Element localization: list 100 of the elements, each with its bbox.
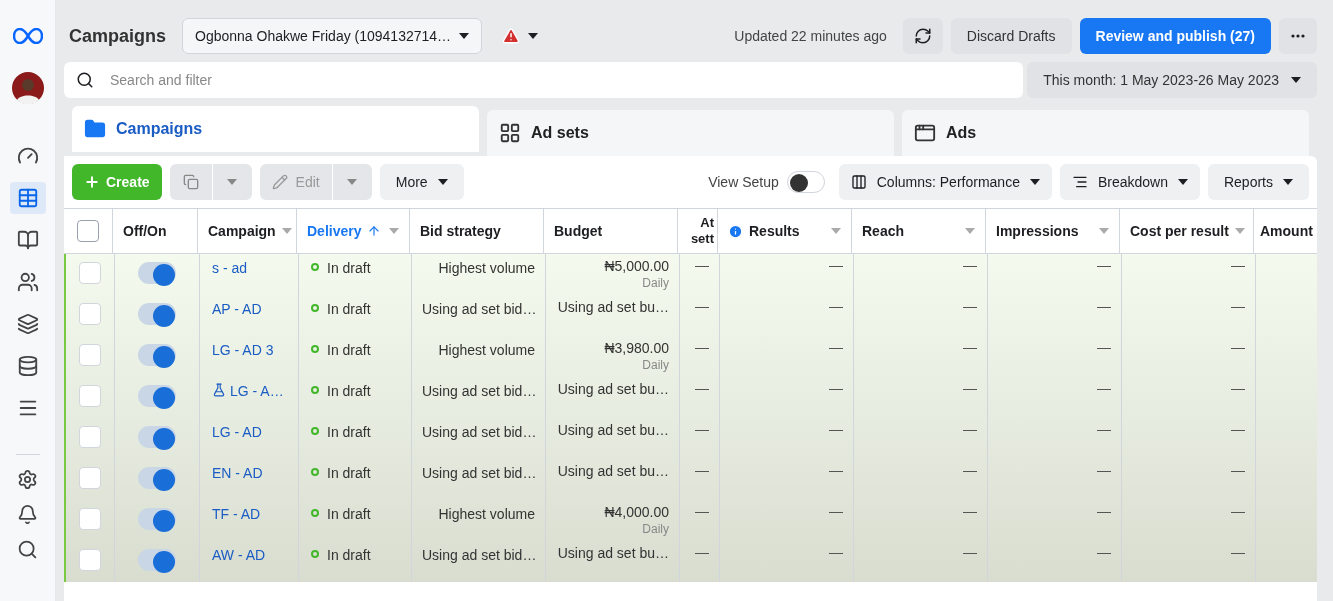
column-header[interactable]: Off/On [123, 223, 167, 239]
budget-text: Using ad set bu… [557, 463, 669, 480]
budget-period: Daily [642, 357, 669, 374]
column-header[interactable]: Reach [862, 223, 905, 239]
toggle-switch[interactable] [138, 344, 176, 366]
updated-text: Updated 22 minutes ago [734, 26, 887, 46]
metric-value: — [1231, 339, 1245, 355]
toggle-switch[interactable] [138, 385, 176, 407]
settings-icon[interactable] [17, 469, 38, 490]
metric-value: — [963, 339, 977, 355]
checkbox[interactable] [79, 262, 101, 284]
campaign-link[interactable]: EN - AD [212, 463, 263, 484]
duplicate-dropdown[interactable] [212, 164, 252, 200]
caret-icon [389, 228, 399, 234]
campaign-link[interactable]: TF - AD [212, 504, 261, 525]
column-header[interactable]: Results [749, 223, 800, 239]
columns-dropdown[interactable]: Columns: Performance [838, 164, 1052, 200]
column-header[interactable]: Cost per result [1130, 223, 1229, 239]
search-field[interactable]: Search and filter [64, 62, 1024, 98]
caret-icon [1099, 228, 1109, 234]
metric-value: — [1097, 462, 1111, 478]
toggle-switch[interactable] [786, 171, 825, 193]
budget-text: Using ad set bu… [557, 422, 669, 439]
metric-value: — [1097, 544, 1111, 560]
budget-text: Using ad set bu… [557, 545, 669, 562]
refresh-button[interactable] [902, 18, 943, 54]
search-icon [76, 71, 94, 89]
checkbox[interactable] [79, 385, 101, 407]
table-icon[interactable] [9, 182, 46, 214]
campaign-link[interactable]: AP - AD [212, 299, 262, 320]
campaign-link[interactable]: LG - A… [230, 381, 284, 402]
more-dropdown[interactable]: More [379, 164, 464, 200]
checkbox[interactable] [79, 508, 101, 530]
budget-text: Using ad set bu… [557, 381, 669, 398]
caret-icon [459, 33, 470, 39]
column-header[interactable]: Campaign [208, 223, 276, 239]
discard-drafts-button[interactable]: Discard Drafts [950, 18, 1072, 54]
column-header[interactable]: Amount [1260, 223, 1313, 239]
metric-value: — [1097, 257, 1111, 273]
account-dropdown[interactable]: Ogbonna Ohakwe Friday (1094132714… [182, 18, 483, 54]
toggle-switch[interactable] [138, 467, 176, 489]
checkbox[interactable] [79, 426, 101, 448]
column-header[interactable]: Delivery [307, 223, 362, 239]
campaign-link[interactable]: s - ad [212, 258, 247, 279]
bid-strategy-text: Highest volume [438, 506, 535, 522]
columns-icon [850, 174, 867, 190]
toggle-switch[interactable] [138, 508, 176, 530]
date-range-dropdown[interactable]: This month: 1 May 2023-26 May 2023 [1027, 62, 1317, 98]
column-header[interactable]: Impressions [996, 223, 1079, 239]
metric-value: — [695, 421, 709, 437]
caret-icon [1283, 179, 1293, 185]
search-input[interactable]: Search and filter [110, 69, 1012, 91]
tab[interactable]: Ad sets [487, 110, 894, 156]
campaign-link[interactable]: AW - AD [212, 545, 266, 566]
caret-icon [1291, 77, 1301, 83]
checkbox[interactable] [79, 344, 101, 366]
metric-value: — [963, 544, 977, 560]
metric-value: — [1231, 298, 1245, 314]
metric-value: — [829, 462, 843, 478]
checkbox[interactable] [79, 549, 101, 571]
metric-value: — [695, 298, 709, 314]
budget-text: ₦5,000.00 [604, 258, 669, 275]
metric-value: — [695, 544, 709, 560]
toggle-switch[interactable] [138, 303, 176, 325]
bid-strategy-text: Using ad set bid… [422, 547, 537, 563]
metric-value: — [1097, 298, 1111, 314]
column-header[interactable]: Bid strategy [420, 223, 501, 239]
duplicate-button[interactable] [169, 164, 212, 200]
copy-icon [182, 174, 199, 190]
bid-strategy-text: Highest volume [438, 260, 535, 276]
column-header[interactable]: At sett [682, 215, 714, 247]
toggle-switch[interactable] [138, 426, 176, 448]
caret-icon [831, 228, 841, 234]
review-publish-button[interactable]: Review and publish (27) [1079, 18, 1271, 54]
delivery-text: In draft [327, 382, 371, 401]
caret-icon [281, 228, 292, 234]
checkbox[interactable] [79, 303, 101, 325]
toggle-switch[interactable] [138, 262, 176, 284]
avatar[interactable] [11, 72, 44, 104]
metric-value: — [1231, 503, 1245, 519]
column-header[interactable]: Budget [554, 223, 603, 239]
campaign-link[interactable]: LG - AD 3 [212, 340, 274, 361]
checkbox[interactable] [79, 467, 101, 489]
edit-dropdown[interactable] [332, 164, 372, 200]
toggle-switch[interactable] [138, 549, 176, 571]
delivery-text: In draft [327, 464, 371, 483]
bell-icon[interactable] [17, 504, 38, 525]
campaign-link[interactable]: LG - AD [212, 422, 262, 443]
checkbox[interactable] [77, 220, 99, 242]
delivery-text: In draft [327, 423, 371, 442]
tab[interactable]: Campaigns [72, 106, 479, 152]
breakdown-dropdown[interactable]: Breakdown [1059, 164, 1200, 200]
budget-text: Using ad set bu… [557, 299, 669, 316]
reports-dropdown[interactable]: Reports [1207, 164, 1309, 200]
search-icon[interactable] [17, 539, 38, 560]
tab[interactable]: Ads [902, 110, 1309, 156]
more-options-button[interactable] [1279, 18, 1317, 54]
warning-icon[interactable] [502, 27, 521, 45]
delivery-text: In draft [327, 546, 371, 565]
caret-icon [1234, 228, 1245, 234]
